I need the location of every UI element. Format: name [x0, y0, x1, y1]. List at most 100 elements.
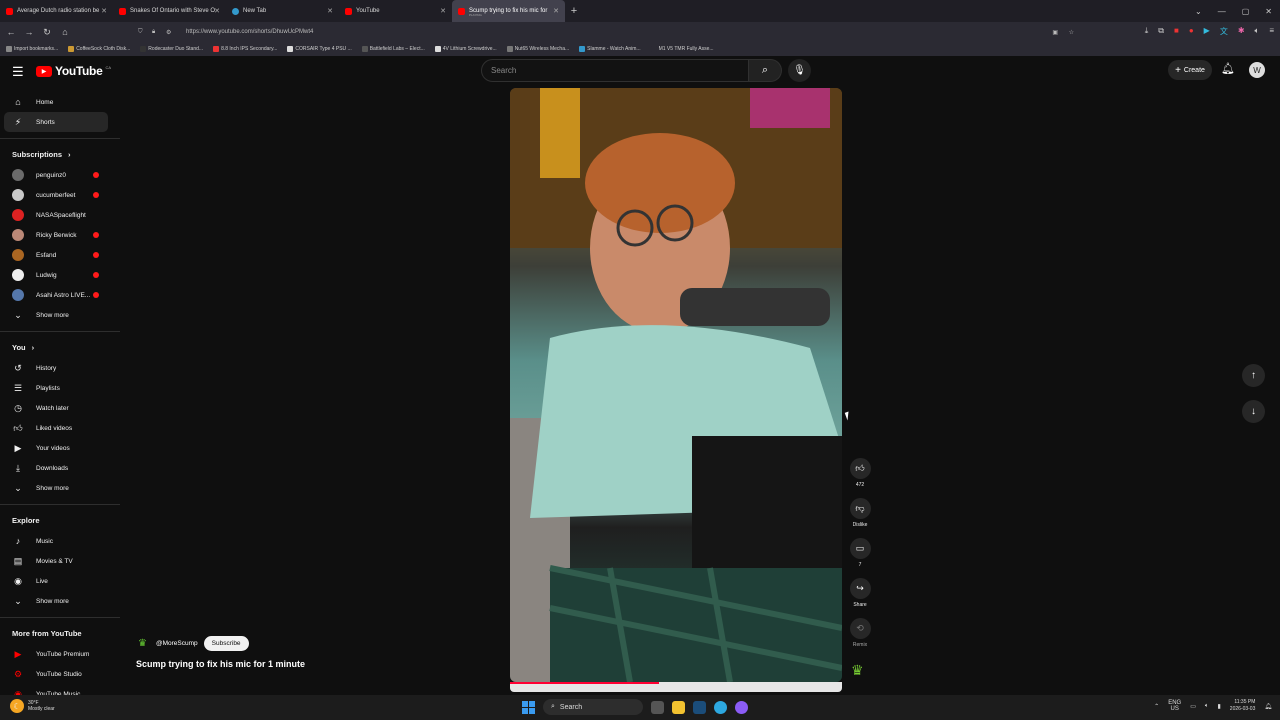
address-bar[interactable]: ⛉ 🔒︎ ⚙ https://www.youtube.com/shorts/Dh…: [134, 24, 1084, 40]
bookmark-item[interactable]: CoffeeSock Cloth Disk...: [68, 46, 130, 52]
tab-list-icon[interactable]: ⌄: [1195, 7, 1202, 16]
home-icon[interactable]: ⌂: [56, 27, 74, 37]
extension-arrow-icon[interactable]: ▶: [1204, 26, 1210, 37]
file-explorer-icon[interactable]: [672, 700, 685, 714]
create-button[interactable]: + Create: [1168, 60, 1212, 80]
show-more-subscriptions-button[interactable]: ⌄ Show more: [0, 305, 120, 325]
channel-logo-icon[interactable]: ♛: [851, 662, 864, 679]
remix-button[interactable]: ⟲ Remix: [848, 618, 872, 648]
notifications-bell-icon[interactable]: 🔔︎: [1221, 62, 1235, 75]
reload-icon[interactable]: ↻: [38, 27, 56, 38]
youtube-logo[interactable]: ▶ YouTube CA: [36, 64, 111, 78]
bookmark-item[interactable]: M1 V5 TMR Fully Asse...: [650, 46, 714, 52]
bookmark-item[interactable]: Slamme - Watch Anim...: [579, 46, 641, 52]
extension-red-icon[interactable]: ■: [1174, 26, 1179, 37]
close-tab-icon[interactable]: ✕: [440, 7, 446, 15]
display-icon[interactable]: ▭: [1190, 703, 1196, 710]
show-more-you-button[interactable]: ⌄ Show more: [0, 478, 120, 498]
firefox-app-icon[interactable]: [735, 700, 748, 714]
bookmark-item[interactable]: Battlefield Labs – Elect...: [361, 46, 425, 52]
account-avatar[interactable]: W: [1249, 62, 1265, 78]
back-icon[interactable]: ←: [2, 27, 20, 37]
bookmark-item[interactable]: Nut65 Wireless Mecha...: [506, 46, 569, 52]
search-button[interactable]: ⌕: [749, 59, 782, 82]
next-short-button[interactable]: ↓: [1242, 400, 1265, 423]
tab-4-active[interactable]: Scump trying to fix his mic for PLAYING ✕: [452, 0, 565, 22]
close-tab-icon[interactable]: ✕: [214, 7, 220, 15]
sidebar-item-music[interactable]: ♪ Music: [0, 531, 120, 551]
sidebar-item-home[interactable]: ⌂ Home: [0, 92, 120, 112]
sidebar-item-your-videos[interactable]: ▶ Your videos: [0, 438, 120, 458]
shorts-video-player[interactable]: [510, 88, 842, 682]
mute-tab-icon[interactable]: 🔈︎: [1255, 26, 1260, 37]
sidebar-item-watch-later[interactable]: ◷ Watch later: [0, 398, 120, 418]
shield-icon[interactable]: ⛉: [138, 29, 143, 36]
sidebar-channel-penguinz0[interactable]: penguinz0: [0, 165, 120, 185]
show-more-explore-button[interactable]: ⌄ Show more: [0, 591, 120, 611]
tab-1[interactable]: Snakes Of Ontario with Steve O ✕: [113, 0, 226, 22]
sidebar-item-liked-videos[interactable]: 👍︎ Liked videos: [0, 418, 120, 438]
minimize-icon[interactable]: —: [1218, 7, 1226, 16]
comments-button[interactable]: ▭ 7: [848, 538, 872, 568]
downloads-icon[interactable]: ⤓: [1145, 26, 1149, 37]
tray-overflow-icon[interactable]: ⌃: [1154, 703, 1159, 710]
bookmark-item[interactable]: 4V Lithium Screwdrive...: [434, 46, 497, 52]
forward-icon[interactable]: →: [20, 27, 38, 37]
sidebar-channel-ludwig[interactable]: Ludwig: [0, 265, 120, 285]
close-tab-icon[interactable]: ✕: [101, 7, 107, 15]
close-window-icon[interactable]: ✕: [1265, 7, 1272, 16]
extension-record-icon[interactable]: ●: [1189, 26, 1194, 37]
sidebar-item-youtube-premium[interactable]: ▶ YouTube Premium: [0, 644, 120, 664]
lock-icon[interactable]: 🔒︎: [152, 29, 155, 36]
sidebar-channel-asahi-astro[interactable]: Asahi Astro LIVE...: [0, 285, 120, 305]
sidebar-item-live[interactable]: ◉ Live: [0, 571, 120, 591]
battery-icon[interactable]: ▮: [1217, 703, 1220, 710]
weather-widget[interactable]: ☾ 30°F Mostly clear: [10, 699, 55, 713]
clock[interactable]: 11:35 PM 2026-03-03: [1230, 699, 1256, 713]
bookmark-item[interactable]: Import bookmarks...: [6, 46, 58, 52]
hamburger-menu-icon[interactable]: ☰: [12, 64, 24, 80]
video-progress-bar[interactable]: [510, 682, 842, 692]
steam-icon[interactable]: [693, 700, 706, 714]
channel-avatar-icon[interactable]: ♛: [138, 638, 150, 650]
tab-2[interactable]: New Tab ✕: [226, 0, 339, 22]
extensions-icon[interactable]: ⧉: [1158, 26, 1164, 37]
previous-short-button[interactable]: ↑: [1242, 364, 1265, 387]
task-view-icon[interactable]: [651, 700, 664, 714]
channel-handle[interactable]: @MoreScump: [156, 640, 198, 647]
sidebar-channel-esfand[interactable]: Esfand: [0, 245, 120, 265]
sidebar-item-playlists[interactable]: ☰ Playlists: [0, 378, 120, 398]
tab-3[interactable]: YouTube ✕: [339, 0, 452, 22]
browser-app-icon[interactable]: [714, 700, 727, 714]
sidebar-item-movies-tv[interactable]: ▤ Movies & TV: [0, 551, 120, 571]
taskbar-search[interactable]: ⌕ Search: [543, 699, 643, 715]
voice-search-button[interactable]: 🎙︎: [788, 59, 811, 82]
sidebar-channel-cucumberfeet[interactable]: cucumberfeet: [0, 185, 120, 205]
permissions-icon[interactable]: ⚙: [166, 29, 171, 36]
maximize-icon[interactable]: ▢: [1242, 7, 1250, 16]
volume-icon[interactable]: 🔈︎: [1205, 703, 1209, 710]
extension-pink-icon[interactable]: ✱: [1238, 26, 1245, 37]
subscriptions-header[interactable]: Subscriptions ›: [0, 143, 120, 165]
search-input[interactable]: Search: [481, 59, 749, 82]
sidebar-item-history[interactable]: ↺ History: [0, 358, 120, 378]
bookmark-item[interactable]: Rodecaster Duo Stand...: [140, 46, 203, 52]
extension-translate-icon[interactable]: 文: [1220, 26, 1228, 37]
short-title[interactable]: Scump trying to fix his mic for 1 minute: [136, 659, 305, 669]
new-tab-icon[interactable]: +: [565, 5, 583, 17]
bookmark-star-icon[interactable]: ☆: [1069, 29, 1074, 36]
close-tab-icon[interactable]: ✕: [553, 7, 559, 15]
sidebar-item-downloads[interactable]: ⤓ Downloads: [0, 458, 120, 478]
close-tab-icon[interactable]: ✕: [327, 7, 333, 15]
share-button[interactable]: ↪ Share: [848, 578, 872, 608]
sidebar-item-shorts[interactable]: ⚡︎ Shorts: [4, 112, 108, 132]
tab-0[interactable]: Average Dutch radio station be ✕: [0, 0, 113, 22]
bookmark-item[interactable]: 8.8 Inch IPS Secondary...: [213, 46, 277, 52]
sidebar-channel-nasaspaceflight[interactable]: NASASpaceflight: [0, 205, 120, 225]
dislike-button[interactable]: 👎︎ Dislike: [848, 498, 872, 528]
like-button[interactable]: 👍︎ 472: [848, 458, 872, 488]
subscribe-button[interactable]: Subscribe: [203, 636, 249, 651]
sidebar-item-youtube-studio[interactable]: ⚙ YouTube Studio: [0, 664, 120, 684]
app-menu-icon[interactable]: ≡: [1269, 26, 1274, 37]
windows-start-icon[interactable]: [522, 700, 535, 714]
